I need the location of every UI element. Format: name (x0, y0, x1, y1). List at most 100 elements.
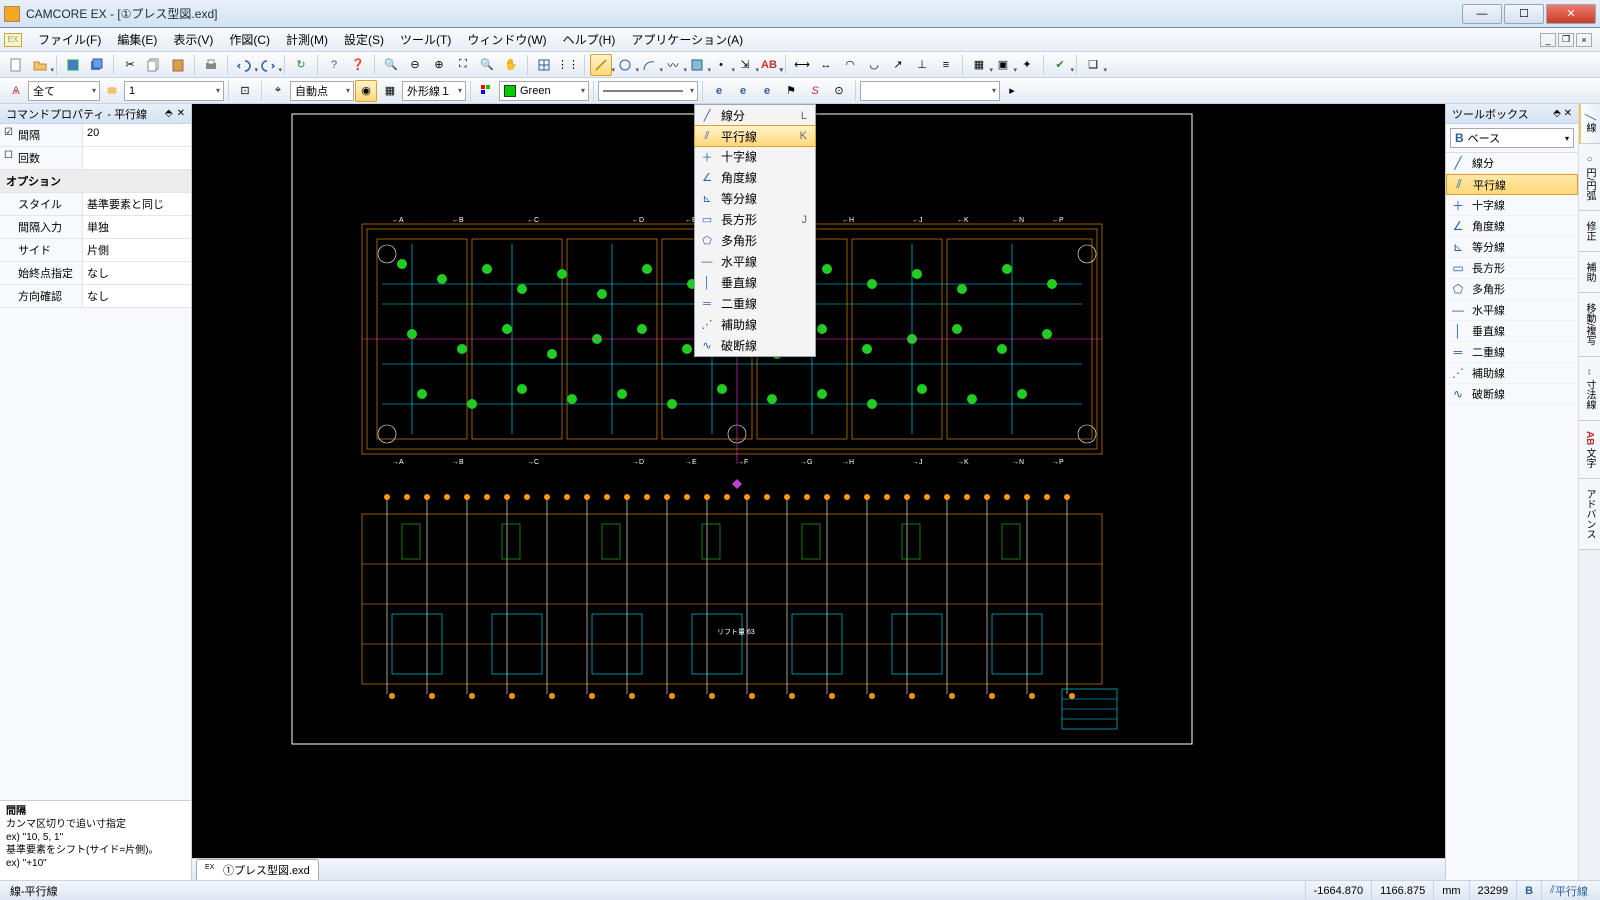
menu-view[interactable]: 表示(V) (165, 29, 221, 50)
cmd-go-icon[interactable]: ▸ (1001, 80, 1023, 102)
toolbox-item-6[interactable]: ⬠多角形 (1446, 279, 1578, 300)
dim-aligned-icon[interactable]: ↔ (815, 54, 837, 76)
help-icon[interactable]: ? (323, 54, 345, 76)
prop-count-value[interactable] (82, 147, 191, 169)
circle-tool-icon[interactable]: ▾ (614, 54, 636, 76)
doc-tab[interactable]: EX ①プレス型図.exd (196, 859, 319, 880)
status-bold-icon[interactable]: B (1516, 881, 1541, 900)
print-icon[interactable] (200, 54, 222, 76)
dim-linear-icon[interactable]: ⟷ (791, 54, 813, 76)
vtab-7[interactable]: アドバンス (1579, 479, 1600, 550)
point-tool-icon[interactable]: •▾ (710, 54, 732, 76)
explode-icon[interactable]: ✦ (1016, 54, 1038, 76)
spline-tool-icon[interactable]: 〰▾ (662, 54, 684, 76)
toolbox-item-11[interactable]: ∿破断線 (1446, 384, 1578, 405)
vtab-3[interactable]: 補助 (1579, 252, 1600, 293)
linetype-combo[interactable]: 外形線１ (402, 81, 466, 101)
cut-icon[interactable]: ✂ (119, 54, 141, 76)
menu-application[interactable]: アプリケーション(A) (623, 29, 751, 50)
prop-style-value[interactable]: 基準要素と同じ (82, 193, 191, 215)
rgb-icon[interactable] (476, 80, 498, 102)
filter-combo[interactable]: 全て (28, 81, 100, 101)
dd-item-4[interactable]: ⊾等分線 (695, 188, 815, 209)
menu-help[interactable]: ヘルプ(H) (555, 29, 624, 50)
dim-baseline-icon[interactable]: ≡ (935, 54, 957, 76)
dd-item-1[interactable]: ⫽平行線K (694, 125, 816, 147)
prop-interval-label[interactable]: 間隔 (0, 124, 82, 146)
menu-tools[interactable]: ツール(T) (392, 29, 459, 50)
zoom-window-icon[interactable]: 🔍 (380, 54, 402, 76)
save-all-icon[interactable] (86, 54, 108, 76)
prop-count-label[interactable]: 回数 (0, 147, 82, 169)
dd-item-8[interactable]: │垂直線 (695, 272, 815, 293)
refresh-icon[interactable]: ↻ (290, 54, 312, 76)
snap-combo[interactable]: 自動点 (290, 81, 354, 101)
snap-grid-icon[interactable]: ▦ (379, 80, 401, 102)
mdi-restore[interactable]: ❐ (1558, 33, 1574, 47)
layer-icon[interactable] (101, 80, 123, 102)
vtab-5[interactable]: ⇔ 寸法線 (1579, 357, 1600, 421)
zoom-prev-icon[interactable]: 🔍 (476, 54, 498, 76)
dd-item-0[interactable]: ╱線分L (695, 105, 815, 126)
dd-item-9[interactable]: ═二重線 (695, 293, 815, 314)
text-tool-icon[interactable]: AB▾ (758, 54, 780, 76)
dot-pick-icon[interactable]: ⊙ (828, 80, 850, 102)
pin-icon[interactable]: ⬘ (165, 108, 173, 119)
dim-angular-icon[interactable]: ◠ (839, 54, 861, 76)
hatch-tool-icon[interactable]: ▾ (686, 54, 708, 76)
redo-icon[interactable]: ▾ (257, 54, 279, 76)
dim-leader-icon[interactable]: ↗ (887, 54, 909, 76)
menu-draw[interactable]: 作図(C) (221, 29, 278, 50)
toolbox-item-3[interactable]: ∠角度線 (1446, 216, 1578, 237)
dd-item-10[interactable]: ⋰補助線 (695, 314, 815, 335)
vtab-1[interactable]: ○ 円/円弧 (1579, 144, 1600, 212)
dd-item-5[interactable]: ▭長方形J (695, 209, 815, 230)
zoom-extents-icon[interactable]: ⛶ (452, 54, 474, 76)
snap-mode-icon[interactable]: ◉ (355, 80, 377, 102)
mdi-close[interactable]: × (1576, 33, 1592, 47)
menu-measure[interactable]: 計測(M) (278, 29, 336, 50)
prop-direction-value[interactable]: なし (82, 285, 191, 307)
prop-side-value[interactable]: 片側 (82, 239, 191, 261)
toolbox-item-5[interactable]: ▭長方形 (1446, 258, 1578, 279)
toolbox-item-2[interactable]: ＋十字線 (1446, 195, 1578, 216)
toolbox-item-0[interactable]: ╱線分 (1446, 153, 1578, 174)
new-icon[interactable] (5, 54, 27, 76)
dim-ordinate-icon[interactable]: ⊥ (911, 54, 933, 76)
close-button[interactable]: ✕ (1546, 4, 1596, 24)
copy-icon[interactable] (143, 54, 165, 76)
dd-item-2[interactable]: ＋十字線 (695, 146, 815, 167)
panel-close-icon[interactable]: ✕ (177, 108, 185, 119)
save-icon[interactable] (62, 54, 84, 76)
vtab-4[interactable]: 移動/複写 (1579, 293, 1600, 357)
toolbox-pin-icon[interactable]: ⬘ ✕ (1553, 108, 1572, 119)
toolbox-item-1[interactable]: ⫽平行線 (1446, 174, 1578, 195)
toolbox-item-4[interactable]: ⊾等分線 (1446, 237, 1578, 258)
toolbox-item-7[interactable]: —水平線 (1446, 300, 1578, 321)
zoom-in-icon[interactable]: ⊕ (428, 54, 450, 76)
dd-item-6[interactable]: ⬠多角形 (695, 230, 815, 251)
info-icon[interactable]: ❓ (347, 54, 369, 76)
vtab-6[interactable]: AB 文字 (1579, 421, 1600, 479)
layer-combo[interactable]: 1 (124, 81, 224, 101)
open-icon[interactable]: ▾ (29, 54, 51, 76)
menu-edit[interactable]: 編集(E) (109, 29, 165, 50)
maximize-button[interactable]: ☐ (1504, 4, 1544, 24)
layers-icon[interactable]: ❑▾ (1082, 54, 1104, 76)
prop-endpoints-value[interactable]: なし (82, 262, 191, 284)
cad-canvas[interactable]: ←A←B←C ←D←E←F ←G←H←J ←K←N←P →A→B→C →D→E→… (192, 104, 1445, 858)
vtab-2[interactable]: 修正 (1579, 211, 1600, 252)
line-tool-icon[interactable]: ▾ (590, 54, 612, 76)
zoom-out-icon[interactable]: ⊖ (404, 54, 426, 76)
flag-icon[interactable]: ⚑ (780, 80, 802, 102)
snap-toggle-icon[interactable]: ⌖ (267, 80, 289, 102)
toolbox-item-10[interactable]: ⋰補助線 (1446, 363, 1578, 384)
toolbox-item-8[interactable]: │垂直線 (1446, 321, 1578, 342)
toolbox-item-9[interactable]: ═二重線 (1446, 342, 1578, 363)
insert-icon[interactable]: ▣▾ (992, 54, 1014, 76)
undo-icon[interactable]: ▾ (233, 54, 255, 76)
block-icon[interactable]: ▦▾ (968, 54, 990, 76)
vtab-0[interactable]: ╱ 線 (1579, 104, 1600, 144)
menu-file[interactable]: ファイル(F) (30, 29, 109, 50)
color-combo[interactable]: Green (499, 81, 589, 101)
